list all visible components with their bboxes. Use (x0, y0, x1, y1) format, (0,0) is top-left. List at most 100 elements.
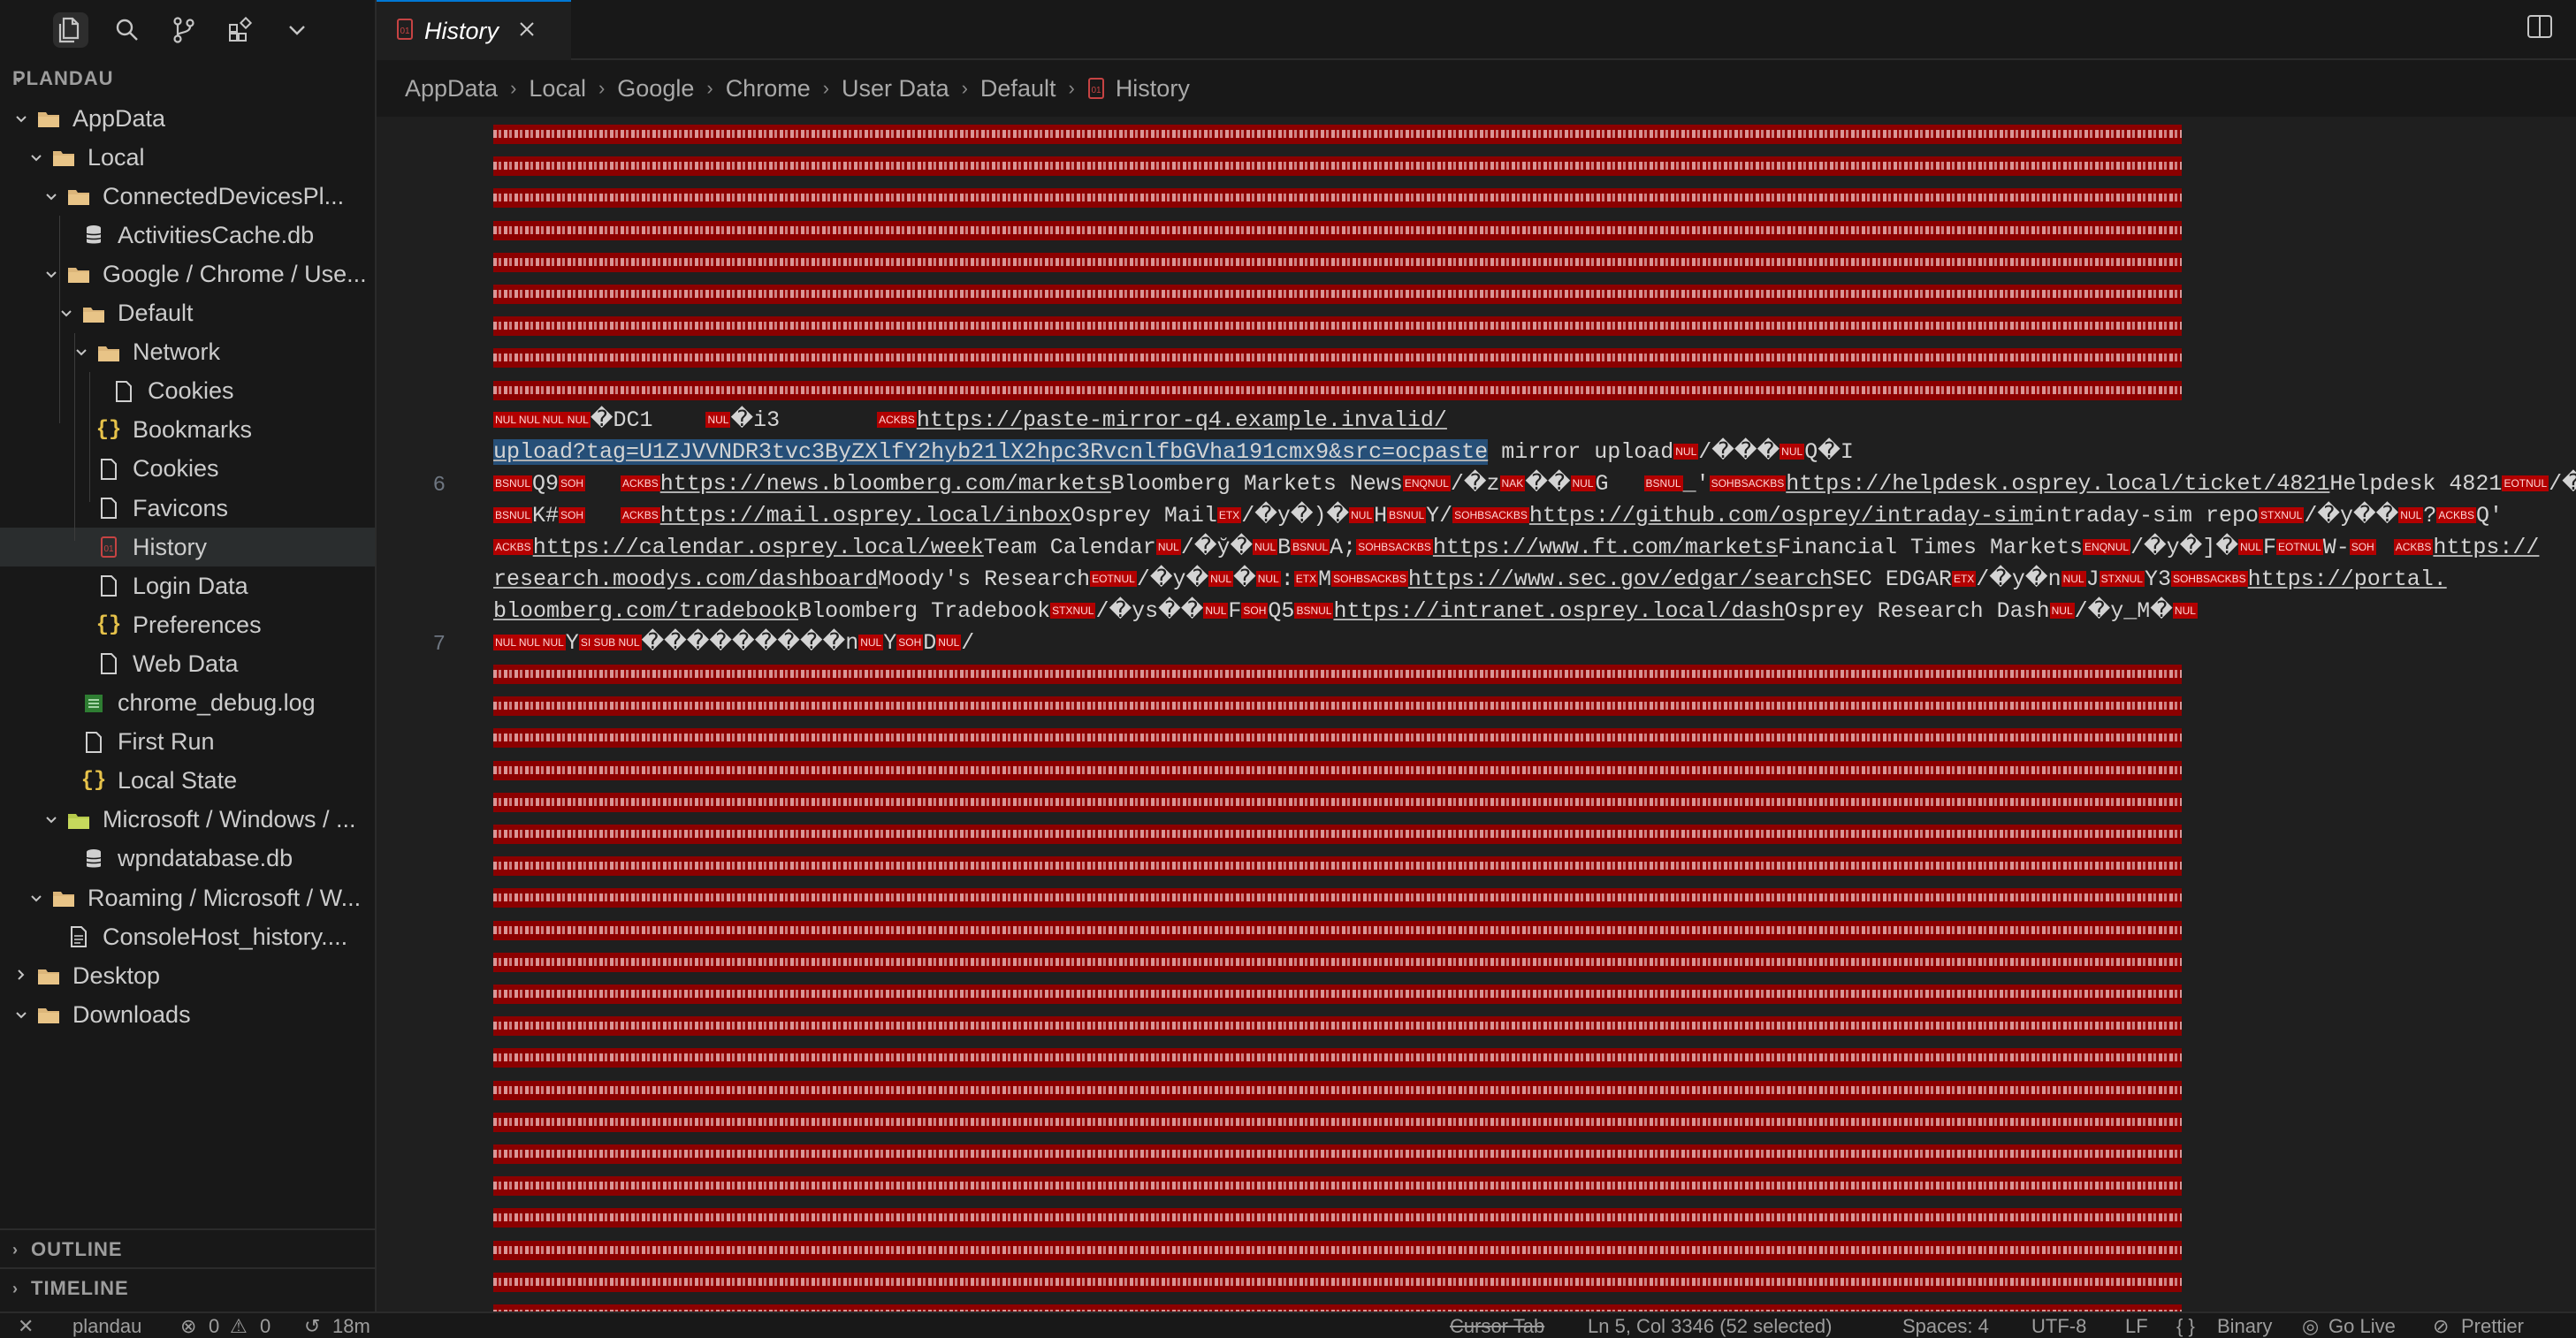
warnings-count[interactable]: 0 (260, 1315, 271, 1338)
chevron-down-icon[interactable] (72, 342, 90, 362)
extensions-icon[interactable] (223, 12, 258, 48)
code-text: ���������n (641, 630, 859, 656)
tree-item[interactable]: 01 History (0, 528, 375, 567)
url-link[interactable]: https://helpdesk.osprey.local/ticket/482… (1786, 471, 2329, 497)
folder-icon (97, 341, 120, 364)
url-link[interactable]: https://www.ft.com/markets (1433, 535, 1778, 560)
binary-file-icon: 01 (396, 18, 414, 44)
tab-bar (377, 0, 2576, 60)
url-link[interactable]: https://intranet.osprey.local/dash (1333, 598, 1784, 624)
split-editor-icon[interactable] (2526, 14, 2553, 43)
chevron-down-icon[interactable] (42, 186, 60, 207)
tree-item[interactable]: Microsoft / Windows / ... (0, 801, 375, 840)
code-text: B (1277, 535, 1292, 560)
url-link[interactable]: https://www.sec.gov/edgar/search (1408, 566, 1833, 592)
time-elapsed[interactable]: 18m (332, 1315, 370, 1338)
url-link[interactable]: https://portal. (2248, 566, 2447, 592)
tree-item[interactable]: chrome_debug.log (0, 684, 375, 723)
code-text: /�z (2549, 471, 2576, 497)
null-bytes-row (493, 825, 2182, 844)
chevron-down-icon[interactable] (12, 1005, 30, 1025)
tab-history[interactable]: 01 History (377, 0, 571, 60)
cursor-position[interactable]: Ln 5, Col 3346 (52 selected) (1588, 1315, 1832, 1338)
chevron-down-icon[interactable] (42, 810, 60, 830)
tree-item[interactable]: First Run (0, 723, 375, 762)
svg-text:01: 01 (1091, 86, 1101, 95)
file-icon (97, 574, 120, 597)
chevron-down-icon[interactable] (42, 264, 60, 285)
tree-item[interactable]: Default (0, 294, 375, 333)
control-char: BSNUL (1291, 539, 1330, 556)
breadcrumb-item[interactable]: Default (980, 75, 1056, 103)
tree-item[interactable]: AppData (0, 99, 375, 138)
tree-item[interactable]: Downloads (0, 995, 375, 1034)
tree-item[interactable]: {} Local State (0, 762, 375, 801)
chevron-down-icon[interactable] (27, 148, 45, 168)
prettier-button[interactable]: Prettier (2461, 1315, 2524, 1338)
remote-icon[interactable]: ✕ (18, 1315, 34, 1338)
tree-item[interactable]: Local (0, 138, 375, 177)
tree-item[interactable]: ConsoleHost_history.... (0, 917, 375, 956)
source-control-icon[interactable] (166, 12, 202, 48)
url-link[interactable]: research.moodys.com/dashboard (493, 566, 878, 592)
tree-item[interactable]: wpndatabase.db (0, 840, 375, 878)
url-link[interactable]: https://calendar.osprey.local/week (533, 535, 984, 560)
chevron-down-icon[interactable] (57, 303, 75, 323)
problems-count[interactable]: 0 (209, 1315, 219, 1338)
binary-file-icon: 01 (97, 536, 120, 559)
tree-item[interactable]: ConnectedDevicesPl... (0, 177, 375, 216)
tree-item[interactable]: ActivitiesCache.db (0, 216, 375, 255)
tree-item-label: Bookmarks (133, 416, 253, 444)
breadcrumb-item[interactable]: User Data (842, 75, 949, 103)
close-icon[interactable] (518, 20, 536, 42)
url-link[interactable]: https://mail.osprey.local/inbox (660, 503, 1071, 528)
go-live-button[interactable]: Go Live (2328, 1315, 2396, 1338)
breadcrumb-item[interactable]: Chrome (726, 75, 811, 103)
url-link[interactable]: upload?tag=U1ZJVVNDR3tvc3ByZXlfY2hyb21lX… (493, 439, 1489, 465)
branch-name[interactable]: plandau (72, 1315, 141, 1338)
url-link[interactable]: https://github.com/osprey/intraday-sim (1529, 503, 2033, 528)
chevron-down-icon[interactable] (27, 888, 45, 908)
indentation[interactable]: Spaces: 4 (1902, 1315, 1989, 1338)
tree-item[interactable]: {} Preferences (0, 605, 375, 644)
breadcrumb-item[interactable]: Google (617, 75, 694, 103)
cursor-tab-status[interactable]: Cursor Tab (1450, 1315, 1544, 1338)
breadcrumb-item[interactable]: AppData (405, 75, 498, 103)
tree-item[interactable]: Cookies (0, 372, 375, 411)
folder-icon (67, 262, 90, 285)
explorer-icon[interactable] (53, 12, 88, 48)
outline-panel-header[interactable]: › OUTLINE (0, 1228, 375, 1269)
tree-item[interactable]: Cookies (0, 450, 375, 489)
encoding[interactable]: UTF-8 (2031, 1315, 2086, 1338)
workspace-title[interactable]: PLANDAU (12, 67, 114, 90)
url-link[interactable]: https://paste-mirror-q4.example.invalid/ (917, 407, 1447, 433)
end-of-line[interactable]: LF (2125, 1315, 2148, 1338)
tree-item[interactable]: Desktop (0, 956, 375, 995)
tree-item[interactable]: Network (0, 333, 375, 372)
tree-item[interactable]: Roaming / Microsoft / W... (0, 878, 375, 917)
indent-guide (59, 216, 60, 424)
control-char: ETX (1293, 571, 1319, 588)
tree-item[interactable]: Favicons (0, 489, 375, 528)
url-link[interactable]: https:// (2433, 535, 2539, 560)
chevron-right-icon[interactable] (12, 966, 30, 986)
search-icon[interactable] (110, 12, 145, 48)
tree-item[interactable]: Google / Chrome / Use... (0, 255, 375, 293)
url-link[interactable]: bloomberg.com/tradebook (493, 598, 798, 624)
breadcrumb-item[interactable]: Local (529, 75, 586, 103)
file-icon (97, 458, 120, 481)
tree-item[interactable]: {} Bookmarks (0, 411, 375, 450)
url-link[interactable]: https://news.bloomberg.com/markets (660, 471, 1111, 497)
editor-area[interactable]: 6 7 NUL NUL NUL NUL�DC1 NUL�i3 ACKBShttps:/… (377, 117, 2576, 1311)
chevron-down-icon[interactable] (12, 109, 30, 129)
chevron-down-icon[interactable] (279, 12, 315, 48)
svg-text:01: 01 (103, 544, 114, 554)
timeline-panel-header[interactable]: › TIMELINE (0, 1267, 375, 1308)
breadcrumb-item[interactable]: History (1116, 75, 1190, 103)
tree-item[interactable]: Login Data (0, 566, 375, 605)
language-mode[interactable]: Binary (2217, 1315, 2272, 1338)
control-char: NUL (858, 635, 884, 651)
code-text: /�y�]� (2130, 535, 2238, 560)
tree-item[interactable]: Web Data (0, 644, 375, 683)
code-text: Helpdesk 4821 (2329, 471, 2503, 497)
